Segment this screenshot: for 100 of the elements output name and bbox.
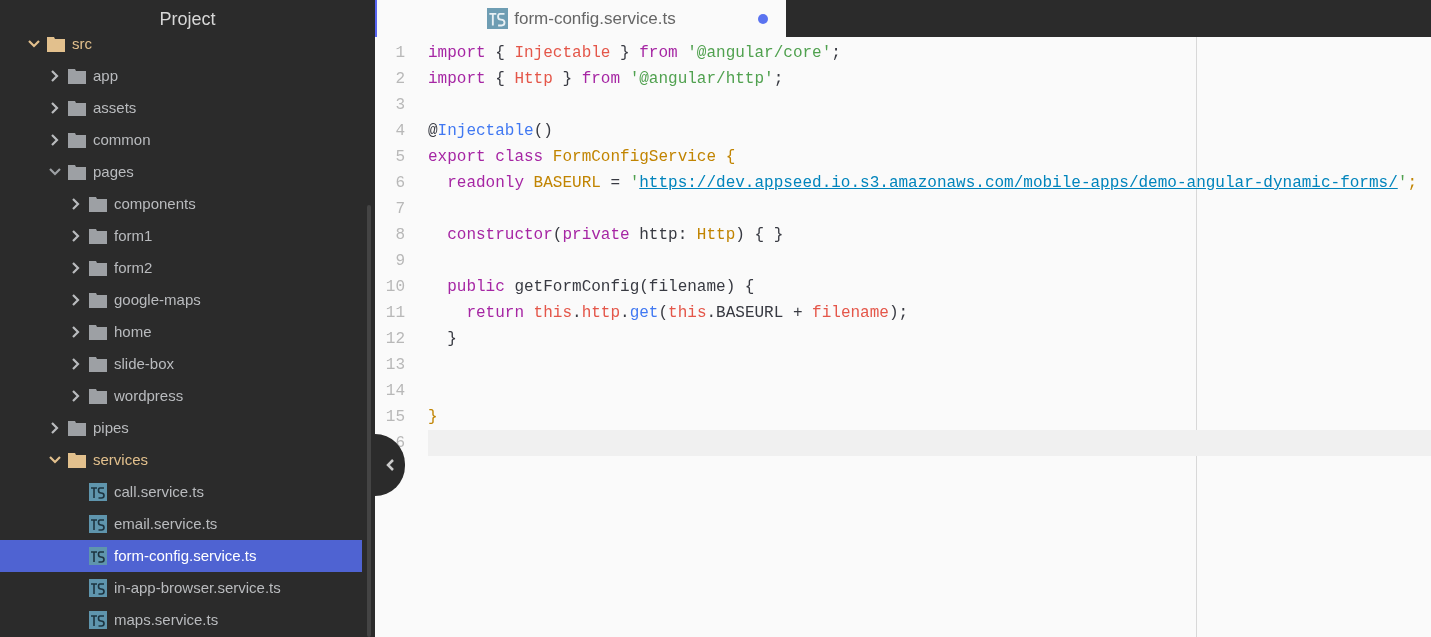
chevron-right-icon <box>49 134 61 146</box>
chevron-right-icon <box>49 102 61 114</box>
tab-label: form-config.service.ts <box>514 7 676 30</box>
folder-icon <box>89 196 107 212</box>
code-line: } <box>428 407 438 428</box>
line-number: 6 <box>394 433 405 454</box>
line-number: 3 <box>394 95 405 116</box>
item-label: slide-box <box>114 353 175 374</box>
line-number: 10 <box>384 277 405 298</box>
tree-item[interactable]: call.service.ts <box>0 476 362 508</box>
chevron-right-icon <box>70 230 82 242</box>
folder-icon <box>89 292 107 308</box>
item-label: assets <box>93 97 137 118</box>
line-number: 13 <box>384 355 405 376</box>
chevron-right-icon <box>70 262 82 274</box>
panel-title: Project <box>159 8 216 28</box>
line-number: 1 <box>394 43 405 64</box>
tree-item[interactable]: wordpress <box>0 380 362 412</box>
tree-item[interactable]: in-app-browser.service.ts <box>0 572 362 604</box>
tree-item[interactable]: components <box>0 188 362 220</box>
tree-item[interactable]: pipes <box>0 412 362 444</box>
typescript-file-icon <box>89 611 107 629</box>
tree-item[interactable]: services <box>0 444 362 476</box>
line-number: 8 <box>394 225 405 246</box>
item-label: components <box>114 193 196 214</box>
tree-item[interactable]: form2 <box>0 252 362 284</box>
item-label: call.service.ts <box>114 481 205 502</box>
folder-icon <box>89 388 107 404</box>
line-number: 14 <box>384 381 405 402</box>
code-line: return this.http.get(this.BASEURL + filename); <box>465 303 909 324</box>
folder-icon <box>68 100 86 116</box>
item-label: pipes <box>93 417 129 438</box>
line-number: 7 <box>394 199 405 220</box>
tree-item[interactable]: form-config.service.ts <box>0 540 362 572</box>
folder-icon <box>89 324 107 340</box>
tree-item[interactable]: google-maps <box>0 284 362 316</box>
item-label: form2 <box>114 257 153 278</box>
tree-item[interactable]: home <box>0 316 362 348</box>
code-line: readonly BASEURL = 'https://dev.appseed.io.s3.amazonaws.com/mobile-apps/demo-angular-dynamic-forms/'; <box>446 173 1417 194</box>
item-label: maps.service.ts <box>114 609 219 630</box>
folder-icon <box>68 132 86 148</box>
tree-item[interactable]: maps.service.ts <box>0 604 362 636</box>
typescript-file-icon <box>89 547 107 565</box>
chevron-right-icon <box>70 198 82 210</box>
line-number: 4 <box>394 121 405 142</box>
typescript-file-icon <box>89 579 107 597</box>
collapse-panel-button[interactable] <box>375 434 405 496</box>
line-number: 9 <box>394 251 405 272</box>
line-number: 12 <box>384 329 405 350</box>
tree-item[interactable]: common <box>0 124 362 156</box>
line-number: 2 <box>394 69 405 90</box>
folder-icon <box>89 228 107 244</box>
item-label: home <box>114 321 152 342</box>
tree-item[interactable]: src <box>0 28 362 60</box>
item-label: services <box>93 449 148 470</box>
code-line: import { Injectable } from '@angular/core'; <box>428 43 841 64</box>
code-line: constructor(private http: Http) { } <box>446 225 784 246</box>
tree-item[interactable]: form1 <box>0 220 362 252</box>
item-label: email.service.ts <box>114 513 218 534</box>
item-label: in-app-browser.service.ts <box>114 577 281 598</box>
chevron-right-icon <box>49 70 61 82</box>
folder-icon <box>68 452 86 468</box>
item-label: google-maps <box>114 289 201 310</box>
code-line: @Injectable() <box>428 121 553 142</box>
chevron-right-icon <box>70 326 82 338</box>
line-number: 15 <box>384 407 405 428</box>
chevron-right-icon <box>70 358 82 370</box>
item-label: app <box>93 65 119 86</box>
item-label: common <box>93 129 151 150</box>
chevron-down-icon <box>49 456 61 464</box>
chevron-left-icon <box>385 458 395 472</box>
line-number: 5 <box>394 147 405 168</box>
item-label: src <box>72 33 92 54</box>
tree-item[interactable]: pages <box>0 156 362 188</box>
folder-icon <box>68 164 86 180</box>
folder-icon <box>47 36 65 52</box>
folder-icon <box>68 420 86 436</box>
line-number: 6 <box>394 173 405 194</box>
code-line: } <box>446 329 457 350</box>
editor-tab[interactable]: form-config.service.ts <box>375 0 786 37</box>
tree-item[interactable]: app <box>0 60 362 92</box>
chevron-right-icon <box>70 390 82 402</box>
code-line: import { Http } from '@angular/http'; <box>428 69 784 90</box>
chevron-right-icon <box>49 422 61 434</box>
tree-item[interactable]: slide-box <box>0 348 362 380</box>
folder-icon <box>89 356 107 372</box>
folder-icon <box>89 260 107 276</box>
typescript-file-icon <box>89 483 107 501</box>
code-line: public getFormConfig(filename) { <box>446 277 755 298</box>
typescript-file-icon <box>89 515 107 533</box>
typescript-file-icon <box>487 8 509 29</box>
tree-item[interactable]: email.service.ts <box>0 508 362 540</box>
chevron-right-icon <box>70 294 82 306</box>
item-label: wordpress <box>114 385 184 406</box>
chevron-down-icon <box>49 168 61 176</box>
item-label: pages <box>93 161 134 182</box>
tree-item[interactable]: assets <box>0 92 362 124</box>
code-line: export class FormConfigService { <box>428 147 736 168</box>
chevron-down-icon <box>28 40 40 48</box>
folder-icon <box>68 68 86 84</box>
